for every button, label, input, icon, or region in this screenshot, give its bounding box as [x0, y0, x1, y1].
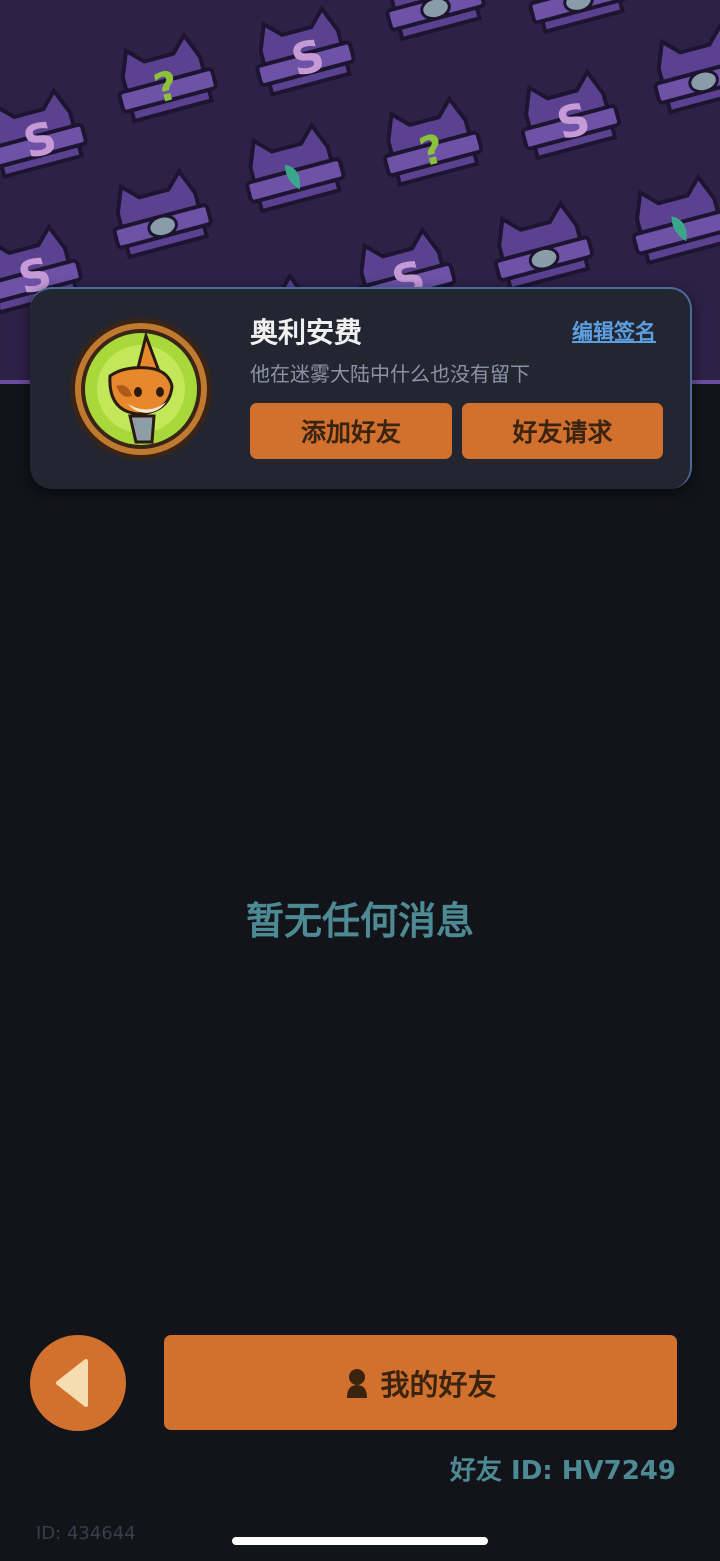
avatar[interactable] [68, 316, 214, 462]
friend-id: 好友 ID: HV7249 [449, 1456, 676, 1486]
edit-signature-link[interactable]: 编辑签名 [572, 316, 656, 346]
chevron-left-icon [56, 1359, 88, 1407]
empty-message: 暂无任何消息 [245, 899, 474, 943]
home-indicator[interactable] [232, 1537, 488, 1545]
fox-avatar-icon [70, 318, 212, 460]
friend-requests-button[interactable]: 好友请求 [462, 403, 663, 459]
profile-signature: 他在迷雾大陆中什么也没有留下 [250, 362, 530, 386]
add-friend-label: 添加好友 [300, 418, 401, 447]
profile-name: 奥利安费 [250, 316, 363, 349]
my-friends-button[interactable]: 我的好友 [164, 1335, 677, 1430]
my-friends-label: 我的好友 [380, 1367, 497, 1402]
user-id: ID: 434644 [36, 1523, 136, 1544]
add-friend-button[interactable]: 添加好友 [250, 403, 452, 459]
back-button[interactable] [30, 1335, 126, 1431]
friend-requests-label: 好友请求 [512, 418, 613, 447]
person-icon [347, 1368, 368, 1398]
